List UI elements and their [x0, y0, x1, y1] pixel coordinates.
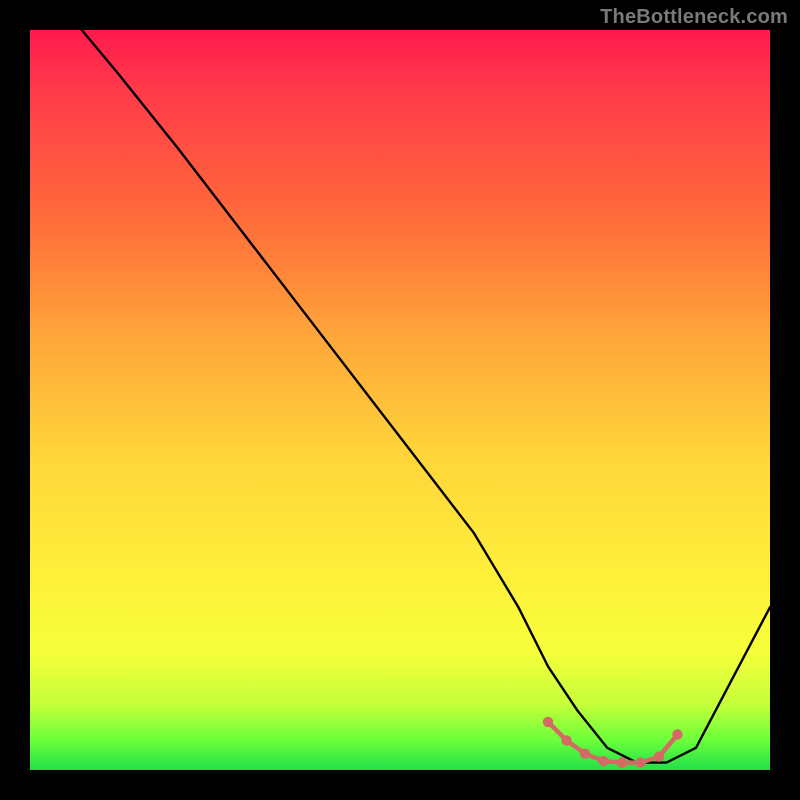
valley-dot [654, 752, 664, 762]
curve-svg [30, 30, 770, 770]
valley-dot [635, 757, 645, 767]
watermark-text: TheBottleneck.com [600, 6, 788, 29]
valley-dot [617, 757, 627, 767]
bottleneck-curve-line [82, 30, 770, 763]
valley-marker-group [543, 717, 683, 768]
valley-dot [543, 717, 553, 727]
valley-dot [598, 756, 608, 766]
valley-dot [561, 735, 571, 745]
valley-dot [672, 729, 682, 739]
valley-dot [580, 749, 590, 759]
plot-area [30, 30, 770, 770]
chart-frame: TheBottleneck.com [0, 0, 800, 800]
